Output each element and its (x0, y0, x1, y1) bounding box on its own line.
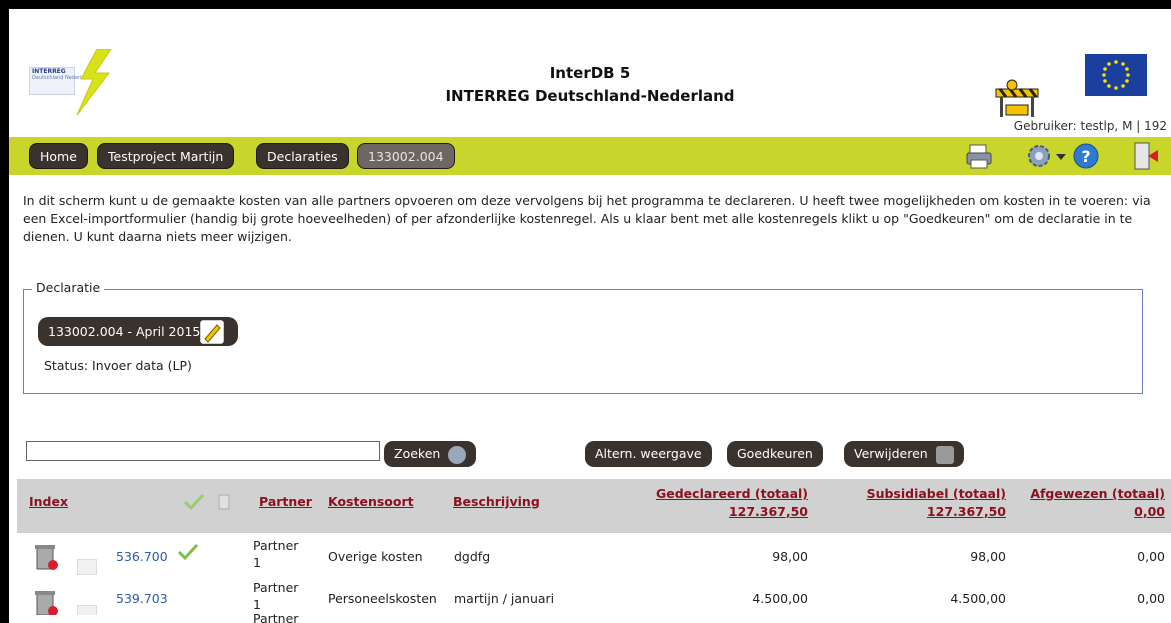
chevron-down-icon[interactable] (1054, 141, 1068, 171)
row-partner-number: 1 (253, 597, 261, 612)
col-gedeclareerd[interactable]: Gedeclareerd (totaal) (656, 486, 808, 501)
row-partner: Partner (253, 538, 299, 553)
col-afgewezen-total[interactable]: 0,00 (1134, 504, 1165, 519)
help-icon[interactable]: ? (1071, 141, 1101, 171)
delete-row-icon[interactable] (33, 543, 59, 571)
col-afgewezen[interactable]: Afgewezen (totaal) (1030, 486, 1165, 501)
delete-row-icon[interactable] (33, 589, 59, 617)
col-gedeclareerd-total[interactable]: 127.367,50 (729, 504, 808, 519)
search-input[interactable] (26, 441, 380, 461)
altern-weergave-button[interactable]: Altern. weergave (585, 441, 712, 467)
row-gedeclareerd: 98,00 (772, 549, 808, 564)
crumb-current[interactable]: 133002.004 (357, 143, 455, 169)
table-row[interactable]: Partner (17, 611, 1171, 623)
row-partner-number: 1 (253, 555, 261, 570)
crumb-home[interactable]: Home (29, 143, 88, 169)
breadcrumb: Home Testproject Martijn Declaraties 133… (9, 137, 1171, 175)
trash-icon (935, 445, 954, 464)
col-partner[interactable]: Partner (259, 494, 312, 509)
row-index-link[interactable]: 536.700 (116, 549, 168, 564)
row-subsidiabel: 4.500,00 (950, 591, 1006, 606)
col-subsidiabel-total[interactable]: 127.367,50 (927, 504, 1006, 519)
interreg-logo[interactable]: INTERREG Deutschland Nederland (23, 49, 119, 115)
col-kostensoort[interactable]: Kostensoort (328, 494, 414, 509)
checkmark-icon[interactable] (183, 493, 205, 511)
row-kostensoort: Personeelskosten (328, 591, 437, 606)
user-info: Gebruiker: testlp, M | 192 (1013, 119, 1167, 133)
construction-sign-icon (995, 79, 1039, 117)
row-subsidiabel: 98,00 (970, 549, 1006, 564)
row-partner: Partner (253, 611, 299, 623)
info-icon[interactable] (217, 493, 231, 511)
search-icon (448, 445, 467, 464)
row-partner: Partner (253, 580, 299, 595)
table-header: Index Partner Kostensoort Beschrijving G… (17, 479, 1171, 533)
row-gedeclareerd: 4.500,00 (752, 591, 808, 606)
app-frame: INTERREG Deutschland Nederland InterDB 5… (9, 9, 1171, 623)
gear-icon[interactable] (1024, 141, 1054, 171)
crumb-project[interactable]: Testproject Martijn (97, 143, 235, 169)
document-icon[interactable] (77, 559, 97, 575)
lightning-bolt-icon (76, 49, 112, 115)
declaratie-status: Status: Invoer data (LP) (44, 358, 192, 373)
eu-flag-icon (1085, 54, 1147, 96)
search-button[interactable]: Zoeken (384, 441, 477, 467)
declaratie-fieldset: Declaratie 133002.004 - April 2015 Statu… (23, 280, 1143, 394)
logout-icon[interactable] (1130, 141, 1160, 171)
delete-label: Verwijderen (854, 446, 928, 461)
table-row[interactable]: 536.700 Partner 1 Overige kosten dgdfg 9… (17, 533, 1171, 579)
goedkeuren-button[interactable]: Goedkeuren (727, 441, 823, 467)
col-index[interactable]: Index (29, 494, 68, 509)
row-kostensoort: Overige kosten (328, 549, 423, 564)
intro-text: In dit scherm kunt u de gemaakte kosten … (23, 193, 1151, 244)
col-subsidiabel[interactable]: Subsidiabel (totaal) (867, 486, 1006, 501)
crumb-declaraties[interactable]: Declaraties (256, 143, 349, 169)
row-afgewezen: 0,00 (1137, 591, 1165, 606)
row-beschrijving: martijn / januari (454, 591, 555, 606)
page-header: INTERREG Deutschland Nederland InterDB 5… (9, 9, 1171, 133)
edit-icon[interactable] (200, 320, 224, 344)
search-label: Zoeken (394, 446, 441, 461)
row-afgewezen: 0,00 (1137, 549, 1165, 564)
verwijderen-button[interactable]: Verwijderen (844, 441, 964, 467)
fieldset-legend: Declaratie (32, 280, 105, 295)
svg-text:?: ? (1081, 147, 1090, 166)
col-beschrijving[interactable]: Beschrijving (453, 494, 540, 509)
approved-check-icon (177, 543, 199, 561)
row-beschrijving: dgdfg (454, 549, 491, 564)
printer-icon[interactable] (964, 141, 994, 171)
row-index-link[interactable]: 539.703 (116, 591, 168, 606)
